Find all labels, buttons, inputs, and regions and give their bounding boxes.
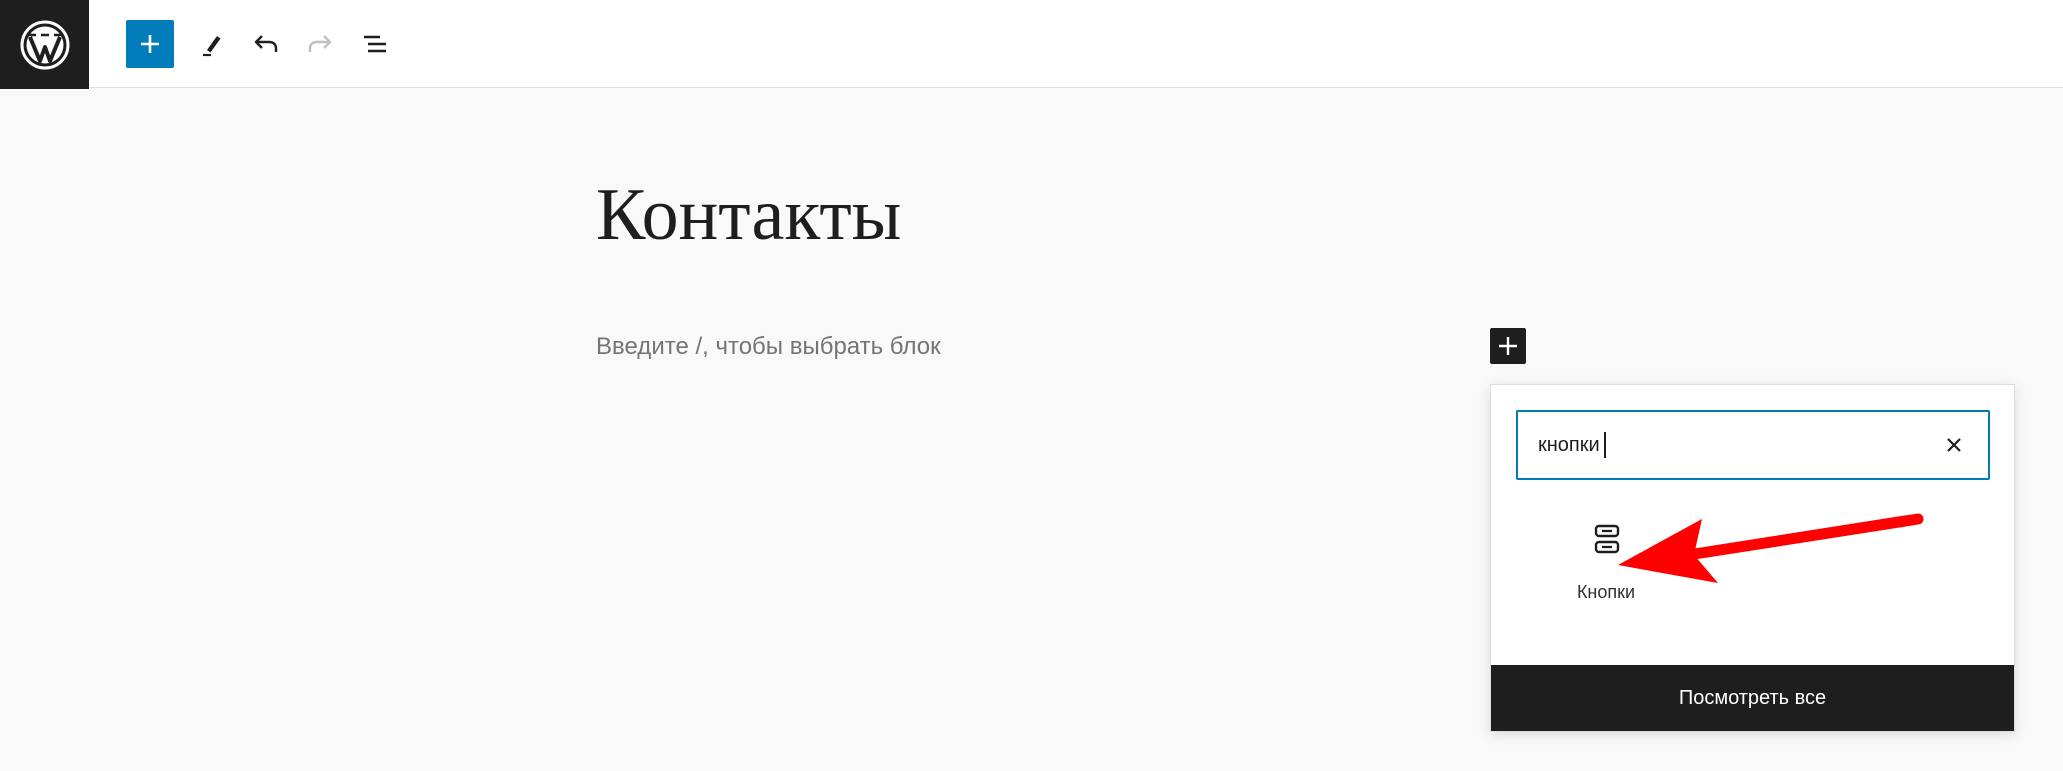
inserter-search-box [1516, 410, 1990, 480]
editor-header [0, 0, 2063, 89]
quick-inserter-popover: Кнопки Посмотреть все [1490, 384, 2015, 732]
inline-add-block-button[interactable] [1490, 328, 1526, 364]
page-title[interactable]: Контакты [596, 178, 901, 252]
redo-icon [308, 35, 332, 52]
view-all-button[interactable]: Посмотреть все [1491, 665, 2014, 731]
add-block-button[interactable] [126, 20, 174, 68]
plus-icon [141, 35, 159, 53]
buttons-block-icon [1594, 524, 1620, 554]
block-result-buttons[interactable]: Кнопки [1541, 512, 1671, 622]
tools-button[interactable] [188, 20, 236, 68]
wordpress-logo-icon[interactable] [0, 0, 89, 89]
redo-button[interactable] [296, 20, 344, 68]
document-overview-button[interactable] [351, 20, 399, 68]
block-result-label: Кнопки [1576, 582, 1636, 602]
text-cursor [1604, 432, 1606, 458]
undo-icon [254, 35, 278, 52]
close-icon [1947, 438, 1961, 452]
pencil-icon [203, 36, 221, 57]
list-view-icon [364, 35, 386, 53]
block-placeholder[interactable]: Введите /, чтобы выбрать блок [596, 333, 941, 361]
clear-search-button[interactable] [1938, 429, 1970, 461]
inserter-search-input[interactable] [1538, 412, 1908, 478]
plus-icon [1499, 337, 1517, 355]
undo-button[interactable] [242, 20, 290, 68]
